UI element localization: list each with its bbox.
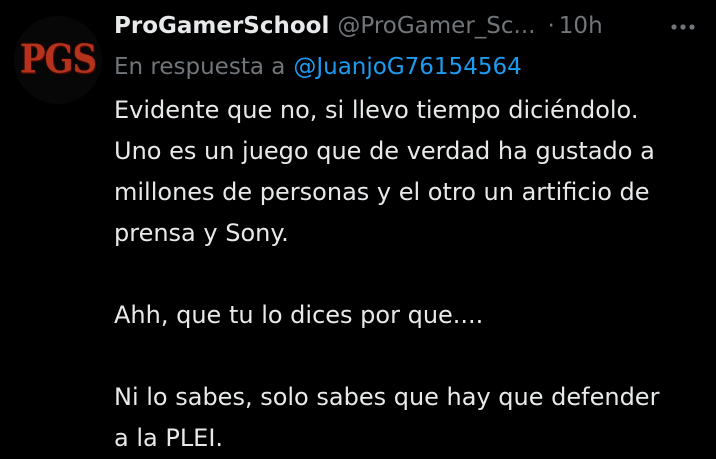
- paragraph-1: Evidente que no, si llevo tiempo diciénd…: [114, 90, 704, 254]
- reply-prefix: En respuesta a: [114, 54, 286, 80]
- text-line: prensa y Sony.: [114, 219, 289, 247]
- text-line: millones de personas y el otro un artifi…: [114, 178, 650, 206]
- reply-mention-link[interactable]: @JuanjoG76154564: [293, 54, 521, 80]
- reply-context: En respuesta a @JuanjoG76154564: [114, 50, 522, 84]
- separator-dot: ·: [547, 13, 555, 39]
- text-line: Evidente que no, si llevo tiempo diciénd…: [114, 96, 639, 124]
- paragraph-2: Ahh, que tu lo dices por que....: [114, 295, 704, 336]
- tweet-header: ProGamerSchool @ProGamer_Sc... · 10h: [114, 8, 654, 44]
- paragraph-3: Ni lo sabes, solo sabes que hay que defe…: [114, 377, 704, 459]
- text-line: Uno es un juego que de verdad ha gustado…: [114, 137, 655, 165]
- avatar-logo: PGS: [19, 37, 97, 83]
- tweet-text: Evidente que no, si llevo tiempo diciénd…: [114, 90, 704, 459]
- avatar[interactable]: PGS: [14, 16, 102, 104]
- user-handle[interactable]: @ProGamer_Sc...: [337, 13, 535, 39]
- text-line: Ahh, que tu lo dices por que....: [114, 301, 484, 329]
- text-line: a la PLEI.: [114, 424, 224, 452]
- text-line: Ni lo sabes, solo sabes que hay que defe…: [114, 383, 660, 411]
- more-options-button[interactable]: [668, 10, 698, 44]
- tweet[interactable]: PGS ProGamerSchool @ProGamer_Sc... · 10h…: [0, 0, 716, 452]
- display-name[interactable]: ProGamerSchool: [114, 13, 329, 39]
- more-horizontal-icon: [671, 24, 695, 30]
- timestamp[interactable]: 10h: [559, 13, 603, 39]
